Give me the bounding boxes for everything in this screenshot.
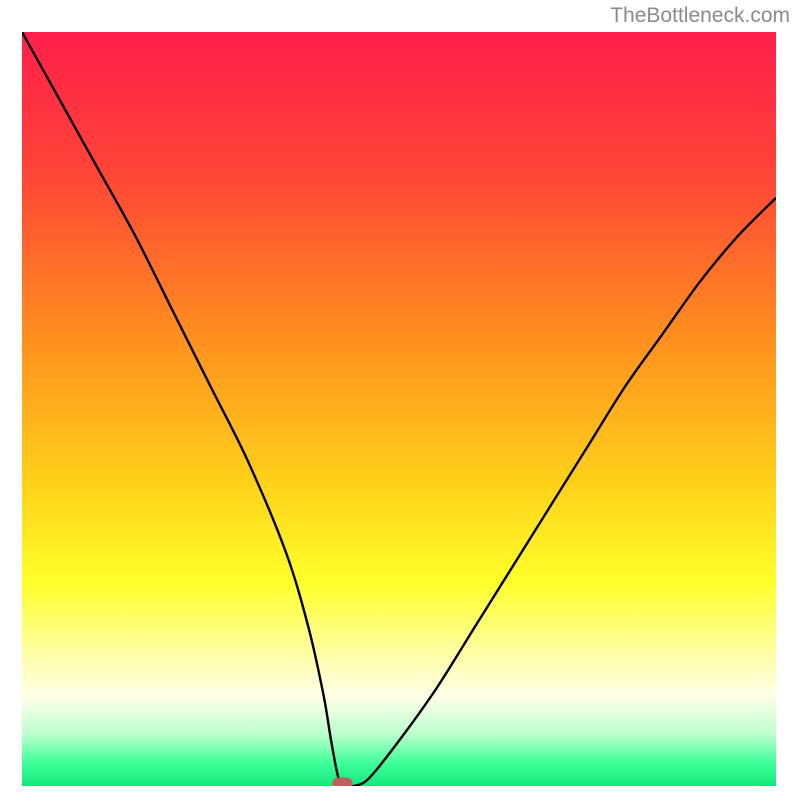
bottleneck-chart <box>22 32 776 786</box>
chart-background <box>22 32 776 786</box>
recommended-marker <box>332 778 352 787</box>
attribution-text: TheBottleneck.com <box>610 4 790 28</box>
